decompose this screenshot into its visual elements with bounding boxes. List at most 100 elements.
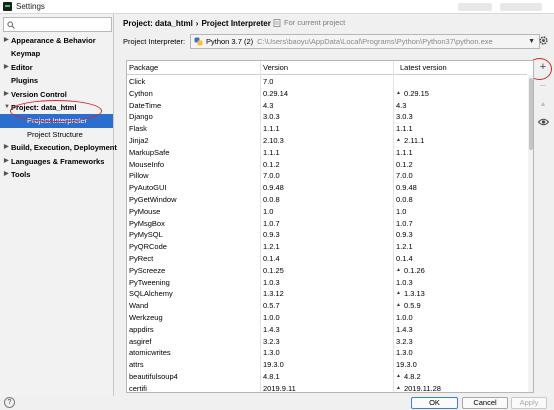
package-latest-version: 1.1.1 <box>396 147 413 159</box>
current-project-label: For current project <box>284 18 346 27</box>
latest-version-text: 1.0.3 <box>396 277 413 287</box>
package-latest-version: 1.1.1 <box>396 123 413 135</box>
chevron-right-icon[interactable]: ▶ <box>4 155 9 168</box>
chevron-down-icon[interactable]: ▼ <box>4 101 10 114</box>
table-row[interactable]: beautifulsoup4 4.8.1 ▲ 4.8.2 <box>127 371 527 383</box>
table-row[interactable]: certifi 2019.9.11 ▲ 2019.11.28 <box>127 383 527 392</box>
latest-version-text: 1.0.0 <box>396 312 413 322</box>
latest-version-text: 1.3.0 <box>396 348 413 358</box>
chevron-right-icon[interactable]: ▶ <box>4 141 9 154</box>
table-row[interactable]: Cython 0.29.14 ▲ 0.29.15 <box>127 88 527 100</box>
column-header-package[interactable]: Package <box>129 61 158 75</box>
sidebar-item[interactable]: ▶ Tools <box>0 168 113 181</box>
ok-button[interactable]: OK <box>411 397 458 409</box>
table-row[interactable]: MarkupSafe 1.1.1 1.1.1 <box>127 147 527 159</box>
breadcrumb-page: Project Interpreter <box>201 18 271 28</box>
table-row[interactable]: Django 3.0.3 3.0.3 <box>127 111 527 123</box>
latest-version-text: 0.9.48 <box>396 183 417 193</box>
package-version: 19.3.0 <box>263 360 284 370</box>
package-name: atomicwrites <box>129 348 171 358</box>
settings-search-input[interactable] <box>3 17 112 32</box>
table-row[interactable]: PyGetWindow 0.0.8 0.0.8 <box>127 194 527 206</box>
table-row[interactable]: DateTime 4.3 4.3 <box>127 100 527 112</box>
table-row[interactable]: PyMouse 1.0 1.0 <box>127 206 527 218</box>
table-row[interactable]: Pillow 7.0.0 7.0.0 <box>127 170 527 182</box>
package-latest-version: 1.3.0 <box>396 347 413 359</box>
chevron-right-icon[interactable]: ▶ <box>4 61 9 74</box>
table-row[interactable]: PyQRCode 1.2.1 1.2.1 <box>127 241 527 253</box>
latest-version-text: 3.0.3 <box>396 112 413 122</box>
sidebar-item[interactable]: ▶ Editor <box>0 61 113 74</box>
package-version: 1.3.0 <box>263 348 280 358</box>
vertical-scrollbar[interactable] <box>528 75 533 392</box>
package-name: PyMsgBox <box>129 218 165 228</box>
table-row[interactable]: PyMsgBox 1.0.7 1.0.7 <box>127 218 527 230</box>
sidebar-item[interactable]: ▶ Appearance & Behavior <box>0 34 113 47</box>
table-row[interactable]: attrs 19.3.0 19.3.0 <box>127 359 527 371</box>
package-version: 0.9.48 <box>263 183 284 193</box>
interpreter-select[interactable]: Python 3.7 (2) C:\Users\baoyu\AppData\Lo… <box>190 34 540 49</box>
package-name: Werkzeug <box>129 312 163 322</box>
sidebar-item[interactable]: Project Interpreter <box>0 114 113 128</box>
add-package-button[interactable]: + <box>536 60 550 74</box>
upgrade-available-icon: ▲ <box>396 136 401 143</box>
package-latest-version: 1.2.1 <box>396 241 413 253</box>
package-name: PyTweening <box>129 277 170 287</box>
table-row[interactable]: PyTweening 1.0.3 1.0.3 <box>127 277 527 289</box>
table-row[interactable]: Werkzeug 1.0.0 1.0.0 <box>127 312 527 324</box>
column-header-version[interactable]: Version <box>263 61 288 75</box>
table-row[interactable]: Jinja2 2.10.3 ▲ 2.11.1 <box>127 135 527 147</box>
remove-package-button[interactable]: − <box>536 79 550 93</box>
package-latest-version: ▲ 4.8.2 <box>396 371 421 383</box>
sidebar-item[interactable]: Plugins <box>0 74 113 87</box>
table-row[interactable]: Click 7.0 <box>127 76 527 88</box>
table-row[interactable]: MouseInfo 0.1.2 0.1.2 <box>127 159 527 171</box>
sidebar-item-label: Project: data_html <box>11 102 77 112</box>
table-row[interactable]: SQLAlchemy 1.3.12 ▲ 1.3.13 <box>127 288 527 300</box>
chevron-right-icon[interactable]: ▶ <box>4 88 9 101</box>
table-row[interactable]: PyMySQL 0.9.3 0.9.3 <box>127 229 527 241</box>
package-latest-version: ▲ 2019.11.28 <box>396 383 441 392</box>
table-row[interactable]: PyAutoGUI 0.9.48 0.9.48 <box>127 182 527 194</box>
help-button[interactable]: ? <box>4 397 15 408</box>
sidebar-item[interactable]: ▶ Languages & Frameworks <box>0 155 113 168</box>
package-latest-version: 1.0.7 <box>396 218 413 230</box>
table-row[interactable]: atomicwrites 1.3.0 1.3.0 <box>127 347 527 359</box>
cancel-button[interactable]: Cancel <box>462 397 508 409</box>
upgrade-available-icon: ▲ <box>396 302 401 309</box>
latest-version-text: 19.3.0 <box>396 360 417 370</box>
column-header-latest[interactable]: Latest version <box>400 61 447 75</box>
sidebar-item-label: Plugins <box>11 76 39 86</box>
sidebar-item[interactable]: Project Structure <box>0 128 113 141</box>
chevron-right-icon[interactable]: ▶ <box>4 168 9 181</box>
sidebar-item[interactable]: ▶ Version Control <box>0 88 113 101</box>
table-row[interactable]: Wand 0.5.7 ▲ 0.5.9 <box>127 300 527 312</box>
package-name: beautifulsoup4 <box>129 371 178 381</box>
table-row[interactable]: Flask 1.1.1 1.1.1 <box>127 123 527 135</box>
chevron-right-icon[interactable]: ▶ <box>4 34 9 47</box>
upgrade-package-button[interactable]: ▲ <box>536 97 550 111</box>
gear-icon[interactable] <box>538 35 549 46</box>
window-title: Settings <box>16 2 45 11</box>
upgrade-available-icon: ▲ <box>396 290 401 297</box>
sidebar-item-label: Keymap <box>11 49 41 59</box>
show-early-releases-icon <box>537 118 549 126</box>
sidebar-item[interactable]: ▶ Build, Execution, Deployment <box>0 141 117 154</box>
apply-button[interactable]: Apply <box>511 397 547 409</box>
table-row[interactable]: PyRect 0.1.4 0.1.4 <box>127 253 527 265</box>
sidebar-item[interactable]: Keymap <box>0 47 113 60</box>
sidebar-item-label: Project Interpreter <box>27 116 88 126</box>
table-row[interactable]: asgiref 3.2.3 3.2.3 <box>127 336 527 348</box>
sidebar-item-label: Project Structure <box>27 129 83 139</box>
scrollbar-thumb[interactable] <box>529 78 533 150</box>
package-latest-version: ▲ 0.5.9 <box>396 300 421 312</box>
interpreter-path: C:\Users\baoyu\AppData\Local\Programs\Py… <box>257 37 493 46</box>
table-row[interactable]: appdirs 1.4.3 1.4.3 <box>127 324 527 336</box>
package-latest-version: 4.3 <box>396 100 406 112</box>
search-icon <box>7 21 15 29</box>
latest-version-text: 2.11.1 <box>403 135 425 145</box>
package-latest-version: ▲ 0.29.15 <box>396 88 429 100</box>
table-row[interactable]: PyScreeze 0.1.25 ▲ 0.1.26 <box>127 265 527 277</box>
eye-icon[interactable] <box>536 115 550 129</box>
sidebar-item[interactable]: ▼ Project: data_html <box>0 101 113 114</box>
